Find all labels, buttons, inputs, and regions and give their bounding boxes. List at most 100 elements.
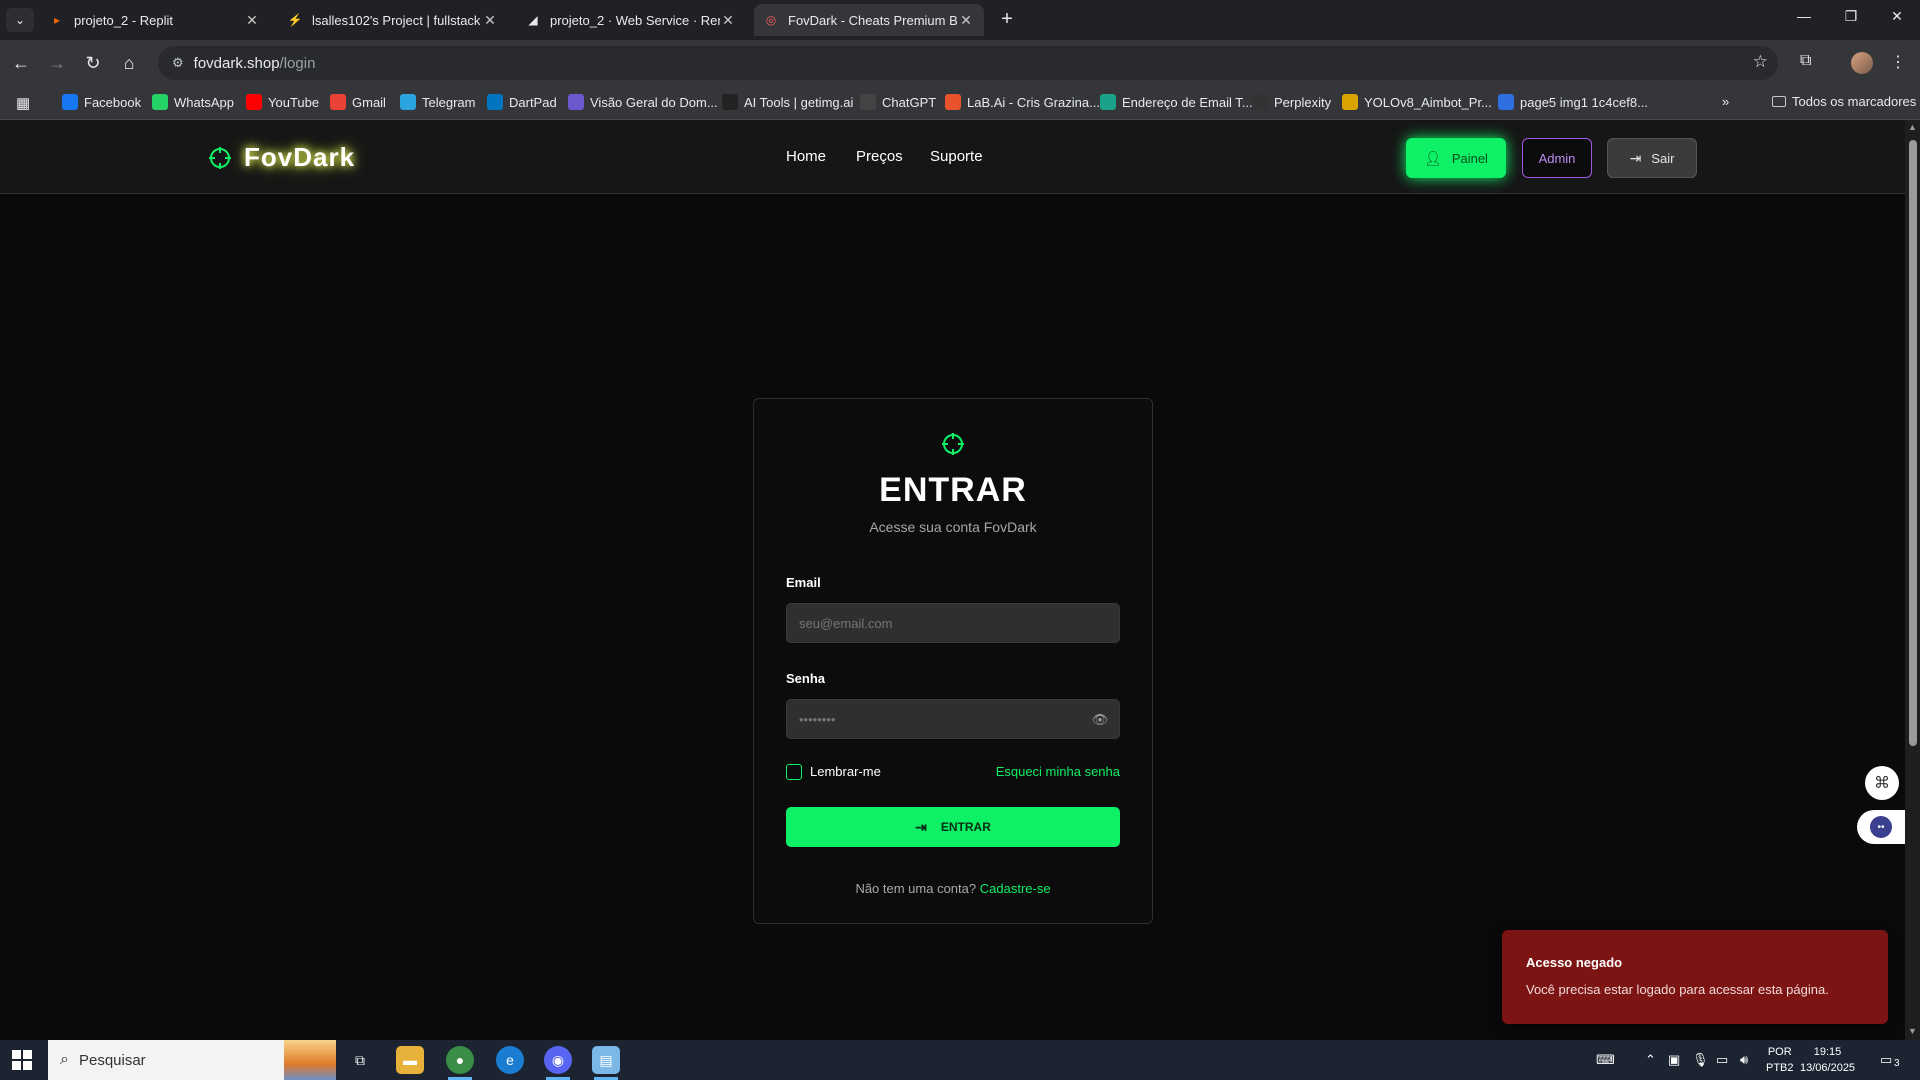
scroll-down-icon[interactable]: ▼ [1908,1026,1917,1036]
bookmark-item[interactable]: YouTube [246,94,319,110]
tray-expand-icon[interactable]: ⌃ [1645,1052,1656,1068]
search-highlight-image [284,1040,336,1080]
site-info-icon[interactable]: ⚙ [172,55,184,71]
tab-render[interactable]: ◢ projeto_2 · Web Service · Rend ✕ [516,4,746,36]
whatsapp-icon [152,94,168,110]
edge-icon[interactable]: e [496,1046,524,1074]
logout-button[interactable]: ⇥ Sair [1607,138,1697,178]
more-bookmarks-button[interactable]: » [1722,94,1729,109]
close-icon[interactable]: ✕ [482,12,498,28]
keyboard-icon[interactable]: ⌨ [1596,1052,1615,1068]
password-field[interactable] [786,699,1120,739]
email-icon [1100,94,1116,110]
bookmark-item[interactable]: WhatsApp [152,94,234,110]
bookmark-item[interactable]: LaB.Ai - Cris Grazina... [945,94,1100,110]
close-icon[interactable]: ✕ [958,12,974,28]
painel-label: Painel [1451,150,1488,166]
taskbar-search[interactable]: ⌕ Pesquisar [48,1040,336,1080]
profile-avatar[interactable] [1851,52,1873,74]
facebook-icon [62,94,78,110]
camera-icon[interactable]: ▣ [1668,1052,1680,1068]
search-icon: ⌕ [60,1051,69,1068]
file-explorer-icon[interactable]: ▬ [396,1046,424,1074]
nav-home[interactable]: Home [786,148,826,165]
task-view-icon[interactable]: ⧉ [346,1046,374,1074]
login-card: ENTRAR Acesse sua conta FovDark Email Se… [753,398,1153,924]
notepad-icon[interactable]: ▤ [592,1046,620,1080]
crosshair-icon [209,146,231,169]
restore-icon[interactable]: ❐ [1836,8,1866,25]
bookmark-item[interactable]: ChatGPT [860,94,936,110]
painel-button[interactable]: 👤︎ Painel [1406,138,1506,178]
search-placeholder: Pesquisar [78,1051,146,1069]
taskbar-clock[interactable]: 19:15 13/06/2025 [1800,1044,1855,1076]
all-bookmarks-label: Todos os marcadores [1792,94,1917,109]
back-icon[interactable]: ← [8,50,34,76]
bookmark-item[interactable]: page5 img1 1c4cef8... [1498,94,1648,110]
bookmark-label: Gmail [352,94,386,110]
forward-icon[interactable]: → [44,50,70,76]
url-path: /login [279,54,316,72]
close-icon[interactable]: ✕ [244,12,260,28]
windows-taskbar: ⌕ Pesquisar ⧉ ▬ ● e ◉ ▤ ⌨ ⌃ ▣ 🎙︎ ▭ 🔊︎ PO… [0,1040,1920,1080]
window-close-icon[interactable]: ✕ [1882,8,1912,25]
folder-icon [1772,96,1786,107]
bookmark-item[interactable]: Perplexity [1252,94,1331,110]
extensions-icon[interactable]: ⧉ [1800,52,1811,70]
home-icon[interactable]: ⌂ [116,50,142,76]
bookmark-label: page5 img1 1c4cef8... [1520,94,1648,110]
tab-project[interactable]: ⚡ lsalles102's Project | fullstack | S ✕ [278,4,508,36]
login-submit-button[interactable]: ⇥ ENTRAR [786,807,1120,847]
tab-title: projeto_2 · Web Service · Rend [550,12,720,28]
notification-icon[interactable]: ▭ [1880,1052,1892,1068]
menu-icon[interactable]: ⋮ [1890,52,1906,72]
chrome-icon[interactable]: ● [446,1046,474,1080]
forgot-password-link[interactable]: Esqueci minha senha [996,764,1120,779]
volume-icon[interactable]: 🔊︎ [1740,1052,1748,1068]
scroll-up-icon[interactable]: ▲ [1908,122,1917,132]
microphone-icon[interactable]: 🎙︎ [1692,1052,1709,1068]
page-scrollbar[interactable]: ▲ ▼ [1905,120,1920,1040]
url-host: fovdark.shop [193,54,280,72]
site-logo[interactable]: FovDark [208,142,355,173]
new-tab-button[interactable]: + [996,8,1018,30]
windows-start-icon[interactable] [12,1050,32,1070]
show-password-icon[interactable]: 👁︎ [1091,711,1109,729]
brand-name: FovDark [244,142,356,172]
bookmark-star-icon[interactable]: ☆ [1753,52,1768,72]
tab-replit[interactable]: ▸ projeto_2 - Replit ✕ [40,4,270,36]
discord-icon[interactable]: ◉ [544,1046,572,1080]
email-field[interactable] [786,603,1120,643]
bookmark-label: YOLOv8_Aimbot_Pr... [1364,94,1492,110]
close-icon[interactable]: ✕ [720,12,736,28]
assistant-button[interactable]: •• [1857,810,1905,844]
bookmark-item[interactable]: AI Tools | getimg.ai [722,94,853,110]
bookmark-item[interactable]: YOLOv8_Aimbot_Pr... [1342,94,1492,110]
browser-tab-bar: ⌄ ▸ projeto_2 - Replit ✕ ⚡ lsalles102's … [0,0,1920,40]
admin-button[interactable]: Admin [1522,138,1592,178]
bookmark-label: LaB.Ai - Cris Grazina... [967,94,1100,110]
all-bookmarks-folder[interactable]: Todos os marcadores [1772,94,1916,109]
access-denied-toast: Acesso negado Você precisa estar logado … [1502,930,1888,1024]
bookmark-item[interactable]: Visão Geral do Dom... [568,94,718,110]
scrollbar-thumb[interactable] [1909,140,1917,746]
tab-search-button[interactable]: ⌄ [6,8,34,32]
signup-link[interactable]: Cadastre-se [980,881,1051,896]
nav-precos[interactable]: Preços [856,148,903,165]
minimize-icon[interactable]: — [1789,8,1819,24]
apps-icon[interactable]: ▦ [16,94,30,112]
network-icon[interactable]: ▭ [1716,1052,1728,1068]
reload-icon[interactable]: ↻ [80,50,106,76]
tab-fovdark[interactable]: ◎ FovDark - Cheats Premium Bloc ✕ [754,4,984,36]
grid-menu-icon[interactable]: ⌘ [1865,766,1899,800]
remember-checkbox[interactable] [786,764,802,780]
input-language[interactable]: POR PTB2 [1766,1044,1794,1076]
bookmark-item[interactable]: Gmail [330,94,386,110]
submit-label: ENTRAR [940,820,991,834]
bookmark-item[interactable]: DartPad [487,94,557,110]
bookmark-item[interactable]: Endereço de Email T... [1100,94,1253,110]
nav-suporte[interactable]: Suporte [930,148,983,165]
bookmark-item[interactable]: Telegram [400,94,475,110]
address-bar[interactable]: ⚙ fovdark.shop/login ☆ [158,46,1778,80]
bookmark-item[interactable]: Facebook [62,94,141,110]
